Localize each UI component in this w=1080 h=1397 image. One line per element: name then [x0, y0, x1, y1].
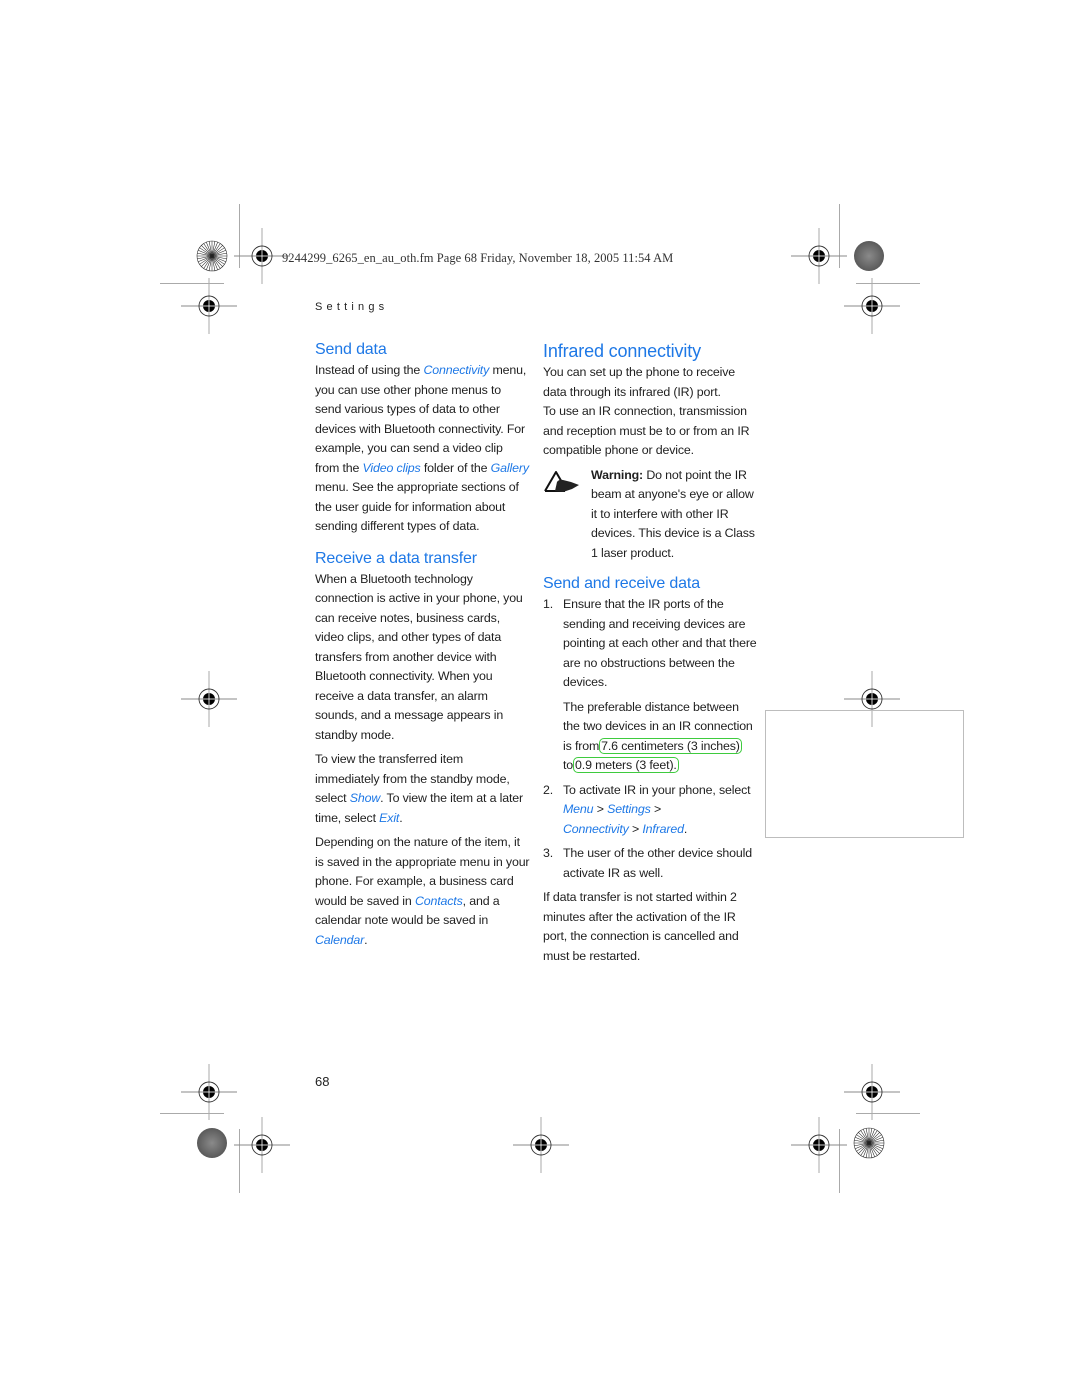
menu-ref-calendar: Calendar: [315, 932, 365, 947]
send-data-paragraph: Instead of using the Connectivity menu, …: [315, 361, 530, 537]
option-ref-exit: Exit: [379, 810, 400, 825]
separator: >: [628, 821, 643, 836]
step-item: 3. The user of the other device should a…: [543, 844, 758, 883]
grey-dot-mark-icon: [197, 1128, 227, 1158]
side-note-box: [765, 710, 964, 838]
text: menu, you can use other phone menus to s…: [315, 363, 527, 475]
left-column: Send data Instead of using the Connectiv…: [315, 339, 530, 950]
registration-mark-icon: [842, 1062, 902, 1122]
warning-note: Warning: Do not point the IR beam at any…: [543, 466, 758, 564]
section-title-send-receive: Send and receive data: [543, 575, 700, 592]
starburst-mark-icon: [853, 1127, 885, 1159]
separator: >: [593, 802, 608, 816]
step-text: To activate IR in your phone, select: [563, 782, 751, 797]
text: .: [364, 932, 368, 947]
step-number: 3.: [543, 846, 554, 860]
menu-ref-menu: Menu: [563, 802, 594, 816]
section-title-receive-transfer: Receive a data transfer: [315, 549, 477, 567]
section-title-infrared: Infrared connectivity: [543, 341, 701, 361]
send-receive-section: Send and receive data 1. Ensure that the…: [543, 573, 758, 966]
registration-mark-icon: [179, 276, 239, 336]
timeout-note: If data transfer is not started within 2…: [543, 890, 739, 963]
highlight-max-distance: 0.9 meters (3 feet).: [573, 757, 679, 773]
menu-ref-video-clips: Video clips: [362, 460, 421, 475]
menu-ref-connectivity: Connectivity: [563, 821, 629, 836]
highlight-min-distance: 7.6 centimeters (3 inches): [599, 737, 742, 754]
infrared-paragraph-1: You can set up the phone to receive data…: [543, 365, 736, 399]
menu-ref-infrared: Infrared: [642, 821, 684, 836]
grey-dot-mark-icon: [854, 241, 884, 271]
registration-mark-icon: [789, 226, 849, 286]
infrared-paragraph-2: To use an IR connection, transmission an…: [543, 404, 750, 457]
section-title-send-data: Send data: [315, 341, 387, 358]
warning-hand-icon: [543, 466, 591, 564]
distance-note: The preferable distance between the two …: [563, 698, 758, 776]
right-column: Infrared connectivity You can set up the…: [543, 339, 758, 966]
registration-mark-icon: [179, 1062, 239, 1122]
page-number: 68: [315, 1074, 330, 1089]
text: .: [683, 821, 688, 836]
step-number: 2.: [543, 782, 554, 797]
menu-ref-settings: Settings: [607, 802, 651, 816]
file-slug-line: 9244299_6265_en_au_oth.fm Page 68 Friday…: [282, 251, 674, 265]
step-item: 2. To activate IR in your phone, select …: [543, 781, 758, 840]
text: Instead of using the: [315, 363, 424, 377]
text: to: [563, 758, 574, 772]
registration-mark-icon: [789, 1115, 849, 1175]
registration-mark-icon: [232, 1115, 292, 1175]
step-text: The user of the other device should acti…: [563, 846, 752, 880]
separator: >: [650, 802, 662, 816]
starburst-mark-icon: [196, 240, 228, 272]
running-head: Settings: [315, 301, 389, 313]
menu-ref-connectivity: Connectivity: [423, 363, 490, 377]
registration-mark-icon: [179, 669, 239, 729]
text: folder of the: [420, 460, 491, 475]
step-text: Ensure that the IR ports of the sending …: [563, 597, 757, 689]
warning-text: Warning: Do not point the IR beam at any…: [591, 466, 758, 564]
menu-ref-contacts: Contacts: [414, 893, 463, 908]
warning-label: Warning:: [591, 467, 644, 482]
menu-ref-gallery: Gallery: [490, 460, 529, 475]
option-ref-show: Show: [349, 791, 381, 805]
receive-paragraph-1: When a Bluetooth technology connection i…: [315, 571, 523, 742]
infrared-section: Infrared connectivity You can set up the…: [543, 339, 758, 563]
registration-mark-icon: [842, 276, 902, 336]
text: .: [399, 810, 403, 825]
step-item: 1. Ensure that the IR ports of the sendi…: [543, 595, 758, 776]
send-data-section: Send data Instead of using the Connectiv…: [315, 339, 530, 537]
receive-paragraph-2: To view the transferred item immediately…: [315, 750, 530, 828]
receive-transfer-section: Receive a data transfer When a Bluetooth…: [315, 548, 530, 951]
receive-paragraph-3: Depending on the nature of the item, it …: [315, 833, 530, 950]
steps-list: 1. Ensure that the IR ports of the sendi…: [543, 595, 758, 883]
text: menu. See the appropriate sections of th…: [315, 480, 519, 533]
step-number: 1.: [543, 597, 554, 611]
registration-mark-icon: [511, 1115, 571, 1175]
